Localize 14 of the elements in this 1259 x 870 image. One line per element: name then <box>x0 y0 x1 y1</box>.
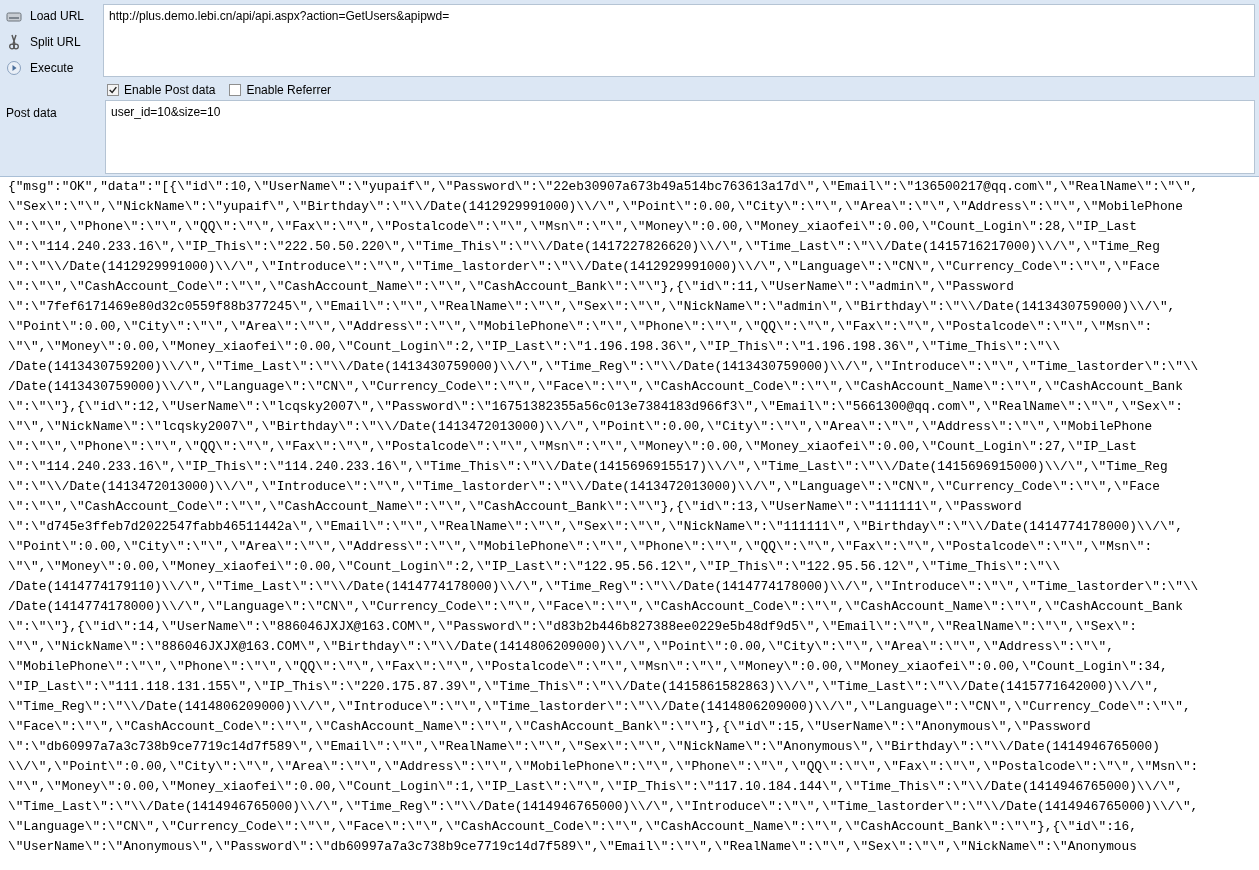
option-label[interactable]: Enable Post data <box>124 83 216 97</box>
play-icon <box>6 60 22 76</box>
checkbox[interactable] <box>107 84 119 96</box>
url-field[interactable]: http://plus.demo.lebi.cn/api/api.aspx?action=GetUsers&apipwd= <box>103 4 1255 77</box>
toolbar-button[interactable]: Split URL <box>4 31 99 53</box>
checkbox[interactable] <box>229 84 242 96</box>
toolbar-button[interactable]: Execute <box>4 57 99 79</box>
response-text: {"msg":"OK","data":"[{\"id\":10,\"UserName\":\"yupaif\",\"Password\":\"22eb30907a673b49a514bc763613a17d\",\"Email\":\"136500217@qq.com\",\"RealName\":\"\", \"Sex\":\"\",\"NickName\":\"yupaif\",\"Birthday\":\"\\/Date(1412929991000)\\/\",\"Point\":0.00,\"City\":\"\",\"Area\":\"\",\"Address\":\"\",\"MobilePhone \":\"\",\"Phone\":\"\",\"QQ\":\"\",\"Fax\":\"\",\"Postalcode\":\"\",\"Msn\":\"\",\"Money\":0.00,\"Money_xiaofei\":0.00,\"Count_Login\":28,\"IP_Last \":\"114.240.233.16\",\"IP_This\":\"222.50.50.220\",\"Time_This\":\"\\/Date(1417227826620)\\/\",\"Time_Last\":\"\\/Date(1415716217000)\\/\",\"Time_Reg \":\"\\/Date(1412929991000)\\/\",\"Introduce\":\"\",\"Time_lastorder\":\"\\/Date(1412929991000)\\/\",\"Language\":\"CN\",\"Currency_Code\":\"\",\"Face \":\"\",\"CashAccount_Code\":\"\",\"CashAccount_Name\":\"\",\"CashAccount_Bank\":\"\"},{\"id\":11,\"UserName\":\"admin\",\"Password \":\"7fef6171469e80d32c0559f88b377245\",\"Email\":\"\",\"RealName\":\"\",\"Sex\":\"\",\"NickName\":\"admin\",\"Birthday\":\"\\/Date(1413430759000)\\/\", \"Point\":0.00,\"City\":\"\",\"Area\":\"\",\"Address\":\"\",\"MobilePhone\":\"\",\"Phone\":\"\",\"QQ\":\"\",\"Fax\":\"\",\"Postalcode\":\"\",\"Msn\": \"\",\"Money\":0.00,\"Money_xiaofei\":0.00,\"Count_Login\":2,\"IP_Last\":\"1.196.198.36\",\"IP_This\":\"1.196.198.36\",\"Time_This\":\"\\ /Date(1413430759200)\\/\",\"Time_Last\":\"\\/Date(1413430759000)\\/\",\"Time_Reg\":\"\\/Date(1413430759000)\\/\",\"Introduce\":\"\",\"Time_lastorder\":\"\\ /Date(1413430759000)\\/\",\"Language\":\"CN\",\"Currency_Code\":\"\",\"Face\":\"\",\"CashAccount_Code\":\"\",\"CashAccount_Name\":\"\",\"CashAccount_Bank \":\"\"},{\"id\":12,\"UserName\":\"lcqsky2007\",\"Password\":\"16751382355a56c013e7384183d966f3\",\"Email\":\"5661300@qq.com\",\"RealName\":\"\",\"Sex\": \"\",\"NickName\":\"lcqsky2007\",\"Birthday\":\"\\/Date(1413472013000)\\/\",\"Point\":0.00,\"City\":\"\",\"Area\":\"\",\"Address\":\"\",\"MobilePhone \":\"\",\"Phone\":\"\",\"QQ\":\"\",\"Fax\":\"\",\"Postalcode\":\"\",\"Msn\":\"\",\"Money\":0.00,\"Money_xiaofei\":0.00,\"Count_Login\":27,\"IP_Last \":\"114.240.233.16\",\"IP_This\":\"114.240.233.16\",\"Time_This\":\"\\/Date(1415696915517)\\/\",\"Time_Last\":\"\\/Date(1415696915000)\\/\",\"Time_Reg \":\"\\/Date(1413472013000)\\/\",\"Introduce\":\"\",\"Time_lastorder\":\"\\/Date(1413472013000)\\/\",\"Language\":\"CN\",\"Currency_Code\":\"\",\"Face \":\"\",\"CashAccount_Code\":\"\",\"CashAccount_Name\":\"\",\"CashAccount_Bank\":\"\"},{\"id\":13,\"UserName\":\"111111\",\"Password \":\"d745e3ffeb7d2022547fabb46511442a\",\"Email\":\"\",\"RealName\":\"\",\"Sex\":\"\",\"NickName\":\"111111\",\"Birthday\":\"\\/Date(1414774178000)\\/\", \"Point\":0.00,\"City\":\"\",\"Area\":\"\",\"Address\":\"\",\"MobilePhone\":\"\",\"Phone\":\"\",\"QQ\":\"\",\"Fax\":\"\",\"Postalcode\":\"\",\"Msn\": \"\",\"Money\":0.00,\"Money_xiaofei\":0.00,\"Count_Login\":2,\"IP_Last\":\"122.95.56.12\",\"IP_This\":\"122.95.56.12\",\"Time_This\":\"\\ /Date(1414774179110)\\/\",\"Time_Last\":\"\\/Date(1414774178000)\\/\",\"Time_Reg\":\"\\/Date(1414774178000)\\/\",\"Introduce\":\"\",\"Time_lastorder\":\"\\ /Date(1414774178000)\\/\",\"Language\":\"CN\",\"Currency_Code\":\"\",\"Face\":\"\",\"CashAccount_Code\":\"\",\"CashAccount_Name\":\"\",\"CashAccount_Bank \":\"\"},{\"id\":14,\"UserName\":\"886046JXJX@163.COM\",\"Password\":\"d83b2b446b827388ee0229e5b48df9d5\",\"Email\":\"\",\"RealName\":\"\",\"Sex\": \"\",\"NickName\":\"886046JXJX@163.COM\",\"Birthday\":\"\\/Date(1414806209000)\\/\",\"Point\":0.00,\"City\":\"\",\"Area\":\"\",\"Address\":\"\", \"MobilePhone\":\"\",\"Phone\":\"\",\"QQ\":\"\",\"Fax\":\"\",\"Postalcode\":\"\",\"Msn\":\"\",\"Money\":0.00,\"Money_xiaofei\":0.00,\"Count_Login\":34, \"IP_Last\":\"111.118.131.155\",\"IP_This\":\"220.175.87.39\",\"Time_This\":\"\\/Date(1415861582863)\\/\",\"Time_Last\":\"\\/Date(1415771642000)\\/\", \"Time_Reg\":\"\\/Date(1414806209000)\\/\",\"Introduce\":\"\",\"Time_lastorder\":\"\\/Date(1414806209000)\\/\",\"Language\":\"CN\",\"Currency_Code\":\"\", \"Face\":\"\",\"CashAccount_Code\":\"\",\"CashAccount_Name\":\"\",\"CashAccount_Bank\":\"\"},{\"id\":15,\"UserName\":\"Anonymous\",\"Password \":\"db60997a7a3c738b9ce7719c14d7f589\",\"Email\":\"\",\"RealName\":\"\",\"Sex\":\"\",\"NickName\":\"Anonymous\",\"Birthday\":\"\\/Date(1414946765000) \\/\",\"Point\":0.00,\"City\":\"\",\"Area\":\"\",\"Address\":\"\",\"MobilePhone\":\"\",\"Phone\":\"\",\"QQ\":\"\",\"Fax\":\"\",\"Postalcode\":\"\",\"Msn\": \"\",\"Money\":0.00,\"Money_xiaofei\":0.00,\"Count_Login\":1,\"IP_Last\":\"\",\"IP_This\":\"117.10.184.144\",\"Time_This\":\"\\/Date(1414946765000)\\/\", \"Time_Last\":\"\\/Date(1414946765000)\\/\",\"Time_Reg\":\"\\/Date(1414946765000)\\/\",\"Introduce\":\"\",\"Time_lastorder\":\"\\/Date(1414946765000)\\/\", \"Language\":\"CN\",\"Currency_Code\":\"\",\"Face\":\"\",\"CashAccount_Code\":\"\",\"CashAccount_Name\":\"\",\"CashAccount_Bank\":\"\"},{\"id\":16, \"UserName\":\"Anonymous\",\"Password\":\"db60997a7a3c738b9ce7719c14d7f589\",\"Email\":\"\",\"RealName\":\"\",\"Sex\":\"\",\"NickName\":\"Anonymous <box>7 178 1200 856</box>
scissors-icon <box>6 34 22 50</box>
post-data-label: Post data <box>5 105 58 122</box>
checkmark-icon <box>108 85 118 95</box>
option-label[interactable]: Enable Referrer <box>246 83 332 97</box>
toolbar-button[interactable]: Load URL <box>4 5 99 27</box>
post-data-field[interactable]: user_id=10&size=10 <box>105 100 1255 174</box>
